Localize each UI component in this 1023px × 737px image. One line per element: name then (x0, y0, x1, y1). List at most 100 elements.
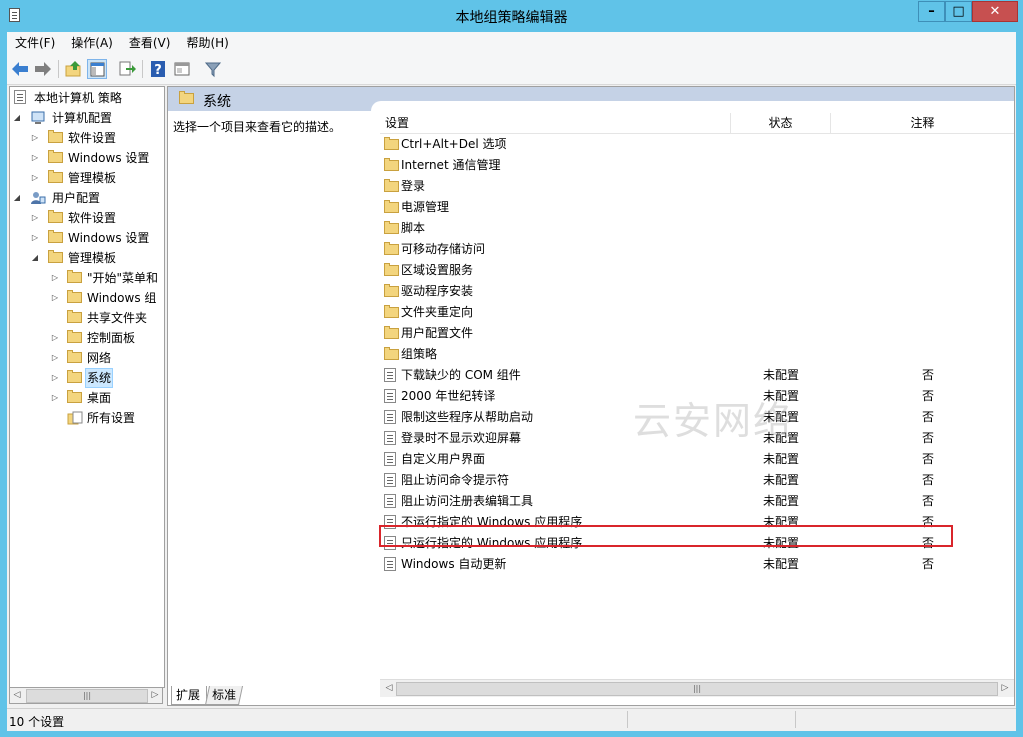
list-item-folder[interactable]: 可移动存储访问 (380, 239, 1014, 260)
list-item-policy[interactable]: 自定义用户界面 未配置否 (380, 449, 1014, 470)
expand-arrow-icon[interactable]: ▷ (50, 328, 60, 348)
help-button[interactable]: ? (148, 59, 168, 79)
window-title: 本地组策略编辑器 (455, 10, 568, 26)
tree-item-root[interactable]: 本地计算机 策略 (12, 88, 162, 108)
list-item-folder[interactable]: 驱动程序安装 (380, 281, 1014, 302)
expand-arrow-icon[interactable]: ▷ (30, 168, 40, 188)
list-item-policy[interactable]: 不运行指定的 Windows 应用程序 未配置否 (380, 512, 1014, 533)
list-item-folder[interactable]: 电源管理 (380, 197, 1014, 218)
list-item-policy-highlighted[interactable]: 阻止访问注册表编辑工具 未配置否 (380, 491, 1014, 512)
tree-item-user-config[interactable]: ◢ 用户配置 (12, 188, 162, 208)
folder-icon (48, 130, 64, 145)
list-item-folder[interactable]: Ctrl+Alt+Del 选项 (380, 134, 1014, 155)
close-button[interactable]: ✕ (972, 1, 1018, 22)
tree-item-network[interactable]: ▷ 网络 (50, 348, 162, 368)
up-level-button[interactable] (64, 59, 84, 79)
tree-item-desktop[interactable]: ▷ 桌面 (50, 388, 162, 408)
list-item-folder[interactable]: 登录 (380, 176, 1014, 197)
menu-file[interactable]: 文件(F) (7, 32, 63, 54)
column-header-status[interactable]: 状态 (731, 113, 831, 133)
export-list-button[interactable] (117, 59, 137, 79)
scroll-thumb[interactable]: ||| (26, 689, 148, 703)
folder-icon (48, 250, 64, 265)
menu-help[interactable]: 帮助(H) (178, 32, 236, 54)
list-item-folder[interactable]: 区域设置服务 (380, 260, 1014, 281)
tree-item-computer-config[interactable]: ◢ 计算机配置 (12, 108, 162, 128)
tree-item-cc-software[interactable]: ▷ 软件设置 (30, 128, 162, 148)
column-header-setting[interactable]: 设置 (380, 113, 731, 133)
list-item-policy[interactable]: 限制这些程序从帮助启动 未配置否 (380, 407, 1014, 428)
policy-doc-icon (14, 90, 30, 105)
scroll-right-icon[interactable]: ▷ (148, 688, 162, 703)
tree-item-windows-components[interactable]: ▷ Windows 组 (50, 288, 162, 308)
list-item-policy[interactable]: 下载缺少的 COM 组件 未配置否 (380, 365, 1014, 386)
list-item-policy[interactable]: 阻止访问命令提示符 未配置否 (380, 470, 1014, 491)
list-item-policy[interactable]: 只运行指定的 Windows 应用程序 未配置否 (380, 533, 1014, 554)
list-item-folder[interactable]: Internet 通信管理 (380, 155, 1014, 176)
column-header-comment[interactable]: 注释 (831, 113, 1014, 133)
scroll-left-icon[interactable]: ◁ (382, 680, 396, 697)
list-item-folder[interactable]: 脚本 (380, 218, 1014, 239)
scroll-thumb[interactable]: ||| (396, 682, 998, 696)
expand-arrow-icon[interactable]: ▷ (50, 288, 60, 308)
filter-button[interactable] (203, 59, 223, 79)
expand-arrow-icon[interactable]: ▷ (50, 268, 60, 288)
menu-action[interactable]: 操作(A) (63, 32, 121, 54)
tab-standard[interactable]: 标准 (204, 686, 244, 705)
forward-arrow-icon (35, 62, 51, 76)
list-item-folder[interactable]: 文件夹重定向 (380, 302, 1014, 323)
expand-arrow-icon[interactable]: ▷ (30, 228, 40, 248)
expand-arrow-icon[interactable]: ▷ (50, 348, 60, 368)
expand-arrow-icon[interactable]: ▷ (30, 148, 40, 168)
back-button[interactable] (10, 59, 30, 79)
tree-item-cc-windows[interactable]: ▷ Windows 设置 (30, 148, 162, 168)
policy-setting-icon (384, 431, 396, 445)
folder-icon (384, 242, 399, 255)
expand-arrow-icon[interactable]: ▷ (30, 128, 40, 148)
folder-icon (384, 326, 399, 339)
tree-item-shared-folders[interactable]: 共享文件夹 (50, 308, 162, 328)
collapse-arrow-icon[interactable]: ◢ (12, 188, 22, 208)
minimize-button[interactable]: – (918, 1, 945, 22)
toolbar-separator (142, 60, 143, 78)
collapse-arrow-icon[interactable]: ◢ (30, 248, 40, 268)
list-item-policy[interactable]: 2000 年世纪转译 未配置否 (380, 386, 1014, 407)
tree-item-all-settings[interactable]: 所有设置 (50, 408, 162, 428)
scroll-left-icon[interactable]: ◁ (10, 688, 24, 703)
list-item-policy[interactable]: 登录时不显示欢迎屏幕 未配置否 (380, 428, 1014, 449)
expand-arrow-icon[interactable]: ▷ (50, 368, 60, 388)
show-hide-tree-button[interactable] (87, 59, 107, 79)
properties-button[interactable] (172, 59, 192, 79)
expand-arrow-icon[interactable]: ▷ (30, 208, 40, 228)
scroll-right-icon[interactable]: ▷ (998, 680, 1012, 697)
list-horizontal-scrollbar[interactable]: ◁ ||| ▷ (380, 679, 1014, 697)
forward-button[interactable] (33, 59, 53, 79)
list-item-folder[interactable]: 组策略 (380, 344, 1014, 365)
tree-item-uc-windows[interactable]: ▷ Windows 设置 (30, 228, 162, 248)
list-item-folder[interactable]: 用户配置文件 (380, 323, 1014, 344)
tree-item-uc-admin[interactable]: ◢ 管理模板 (30, 248, 162, 268)
details-header: 系统 (168, 87, 1014, 113)
all-settings-icon (67, 411, 83, 425)
expand-arrow-icon[interactable]: ▷ (50, 388, 60, 408)
folder-icon (48, 210, 64, 225)
list-item-policy[interactable]: Windows 自动更新 未配置否 (380, 554, 1014, 575)
tab-extended[interactable]: 扩展 (171, 686, 207, 705)
export-icon (119, 61, 136, 76)
collapse-arrow-icon[interactable]: ◢ (12, 108, 22, 128)
maximize-button[interactable]: □ (945, 1, 972, 22)
maximize-icon: □ (952, 4, 965, 19)
title-bar[interactable]: 本地组策略编辑器 – □ ✕ (0, 0, 1023, 32)
filter-icon (204, 62, 222, 78)
tree-horizontal-scrollbar[interactable]: ◁ ||| ▷ (9, 687, 163, 704)
tree-item-start-menu[interactable]: ▷ "开始"菜单和 (50, 268, 162, 288)
tree-item-cc-admin[interactable]: ▷ 管理模板 (30, 168, 162, 188)
client-area: 文件(F) 操作(A) 查看(V) 帮助(H) ? 本地计算机 策略 ◢ 计算机… (7, 32, 1016, 731)
folder-icon (384, 284, 399, 297)
tree-item-control-panel[interactable]: ▷ 控制面板 (50, 328, 162, 348)
folder-icon (48, 230, 64, 245)
tree-item-system[interactable]: ▷ 系统 (50, 368, 162, 388)
tree-item-uc-software[interactable]: ▷ 软件设置 (30, 208, 162, 228)
menu-view[interactable]: 查看(V) (121, 32, 179, 54)
folder-icon (384, 158, 399, 171)
